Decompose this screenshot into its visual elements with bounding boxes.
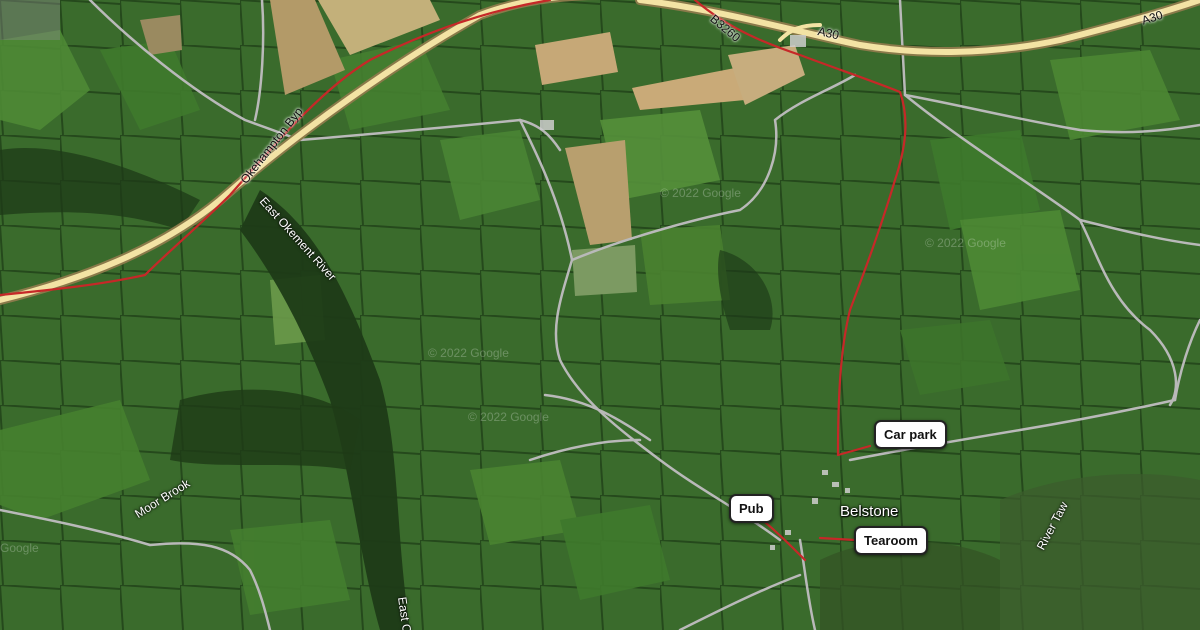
satellite-map[interactable]: A30 A30 B3260 Okehampton Byp East Okemen… xyxy=(0,0,1200,630)
watermark: © 2022 Google xyxy=(925,236,1006,250)
map-imagery xyxy=(0,0,1200,630)
watermark: © 2022 Google xyxy=(468,410,549,424)
tearoom-callout[interactable]: Tearoom xyxy=(854,526,928,555)
place-label-belstone: Belstone xyxy=(840,503,899,520)
car-park-callout[interactable]: Car park xyxy=(874,420,947,449)
watermark: © 2022 Google xyxy=(660,186,741,200)
watermark: © 2022 Google xyxy=(428,346,509,360)
pub-callout[interactable]: Pub xyxy=(729,494,774,523)
watermark: Google xyxy=(0,541,39,555)
